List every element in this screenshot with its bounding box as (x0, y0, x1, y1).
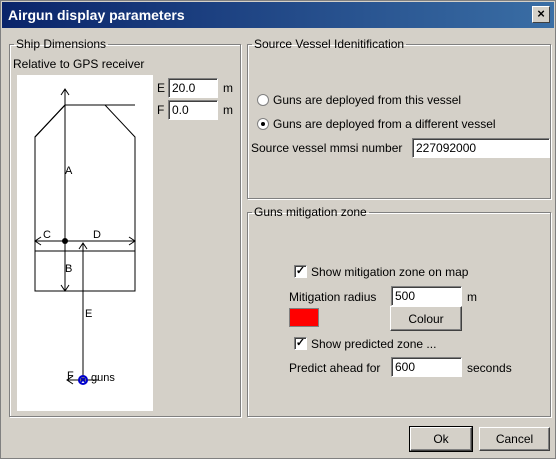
ok-button[interactable]: Ok (409, 426, 473, 452)
radio-guns-this-vessel[interactable] (257, 94, 269, 106)
show-zone-checkbox[interactable]: ✓ (294, 265, 307, 278)
ship-dimensions-legend: Ship Dimensions (16, 37, 107, 51)
show-predicted-label[interactable]: Show predicted zone ... (311, 337, 436, 351)
e-offset-input[interactable] (168, 78, 218, 98)
diagram-label-c: C (43, 229, 51, 241)
radio-guns-other-vessel[interactable] (257, 118, 269, 130)
diagram-label-d: D (93, 229, 101, 241)
mitigation-zone-legend: Guns mitigation zone (254, 205, 367, 219)
radio-guns-other-vessel-label[interactable]: Guns are deployed from a different vesse… (273, 117, 496, 131)
source-vessel-legend: Source Vessel Idenitification (254, 37, 405, 51)
gps-receiver-point (62, 238, 68, 244)
dialog-window: Airgun display parameters × Ship Dimensi… (0, 0, 556, 459)
mmsi-label: Source vessel mmsi number (251, 141, 403, 155)
mitigation-radius-label: Mitigation radius (289, 290, 377, 304)
mitigation-radius-unit: m (467, 290, 477, 304)
predict-ahead-label: Predict ahead for (289, 361, 381, 375)
hull-polygon (34, 104, 136, 292)
f-offset-label: F (157, 103, 165, 117)
show-predicted-checkbox[interactable]: ✓ (294, 337, 307, 350)
predict-ahead-unit: seconds (467, 361, 512, 375)
show-zone-label[interactable]: Show mitigation zone on map (311, 265, 468, 279)
f-offset-input[interactable] (168, 100, 218, 120)
diagram-label-f: F (67, 370, 74, 382)
cancel-button[interactable]: Cancel (479, 427, 550, 451)
e-offset-unit: m (223, 81, 233, 95)
close-button[interactable]: × (532, 6, 550, 23)
ship-diagram-svg (34, 88, 136, 385)
diagram-label-e: E (85, 308, 93, 320)
diagram-label-b: B (65, 263, 73, 275)
predict-ahead-input[interactable] (391, 357, 462, 377)
ship-diagram: A C D B E F guns (17, 75, 153, 411)
diagram-label-a: A (65, 165, 73, 177)
f-offset-unit: m (223, 103, 233, 117)
mitigation-radius-input[interactable] (391, 286, 462, 306)
e-offset-label: E (157, 81, 166, 95)
zone-colour-swatch (289, 308, 319, 327)
title-bar[interactable]: Airgun display parameters × (2, 2, 554, 28)
window-title: Airgun display parameters (8, 7, 185, 23)
colour-button[interactable]: Colour (390, 306, 462, 331)
radio-guns-this-vessel-label[interactable]: Guns are deployed from this vessel (273, 93, 461, 107)
diagram-label-guns: guns (91, 372, 115, 384)
relative-to-gps-label: Relative to GPS receiver (13, 57, 145, 71)
mmsi-input[interactable] (412, 138, 550, 158)
